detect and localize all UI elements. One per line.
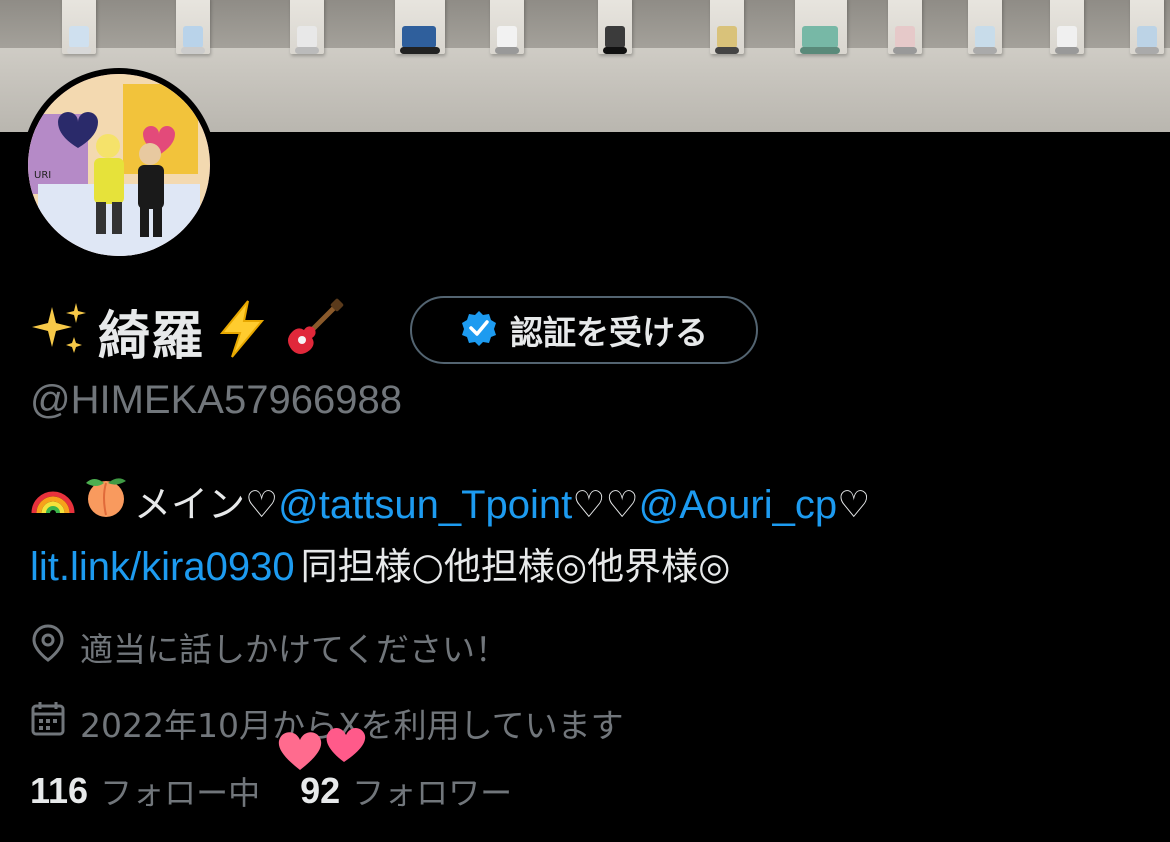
followers-count: 92 (300, 770, 341, 811)
bio-url-link[interactable]: lit.link/kira0930 (30, 536, 295, 598)
sparkles-icon (30, 299, 90, 363)
bio-text: ♡♡ (572, 483, 639, 526)
get-verified-button[interactable]: 認証を受ける (410, 296, 758, 364)
calendar-icon (30, 700, 66, 746)
mention-link-tattsun[interactable]: @tattsun_Tpoint (278, 474, 572, 536)
banner-standee (290, 0, 324, 54)
profile-handle: @HIMEKA57966988 (30, 378, 402, 422)
bio-line-2: lit.link/kira0930 同担様○他担様◎他界様◎ (30, 536, 1150, 598)
svg-text:URI: URI (34, 170, 51, 181)
profile-location: 適当に話しかけてください！ (30, 622, 508, 672)
get-verified-label: 認証を受ける (510, 313, 708, 352)
following-label: フォロー中 (100, 774, 261, 812)
guitar-icon (282, 298, 344, 364)
bio-text: メイン♡ (134, 483, 279, 526)
location-pin-icon (30, 623, 66, 671)
banner-standee (395, 0, 445, 54)
high-voltage-icon (214, 299, 270, 363)
banner-standee (176, 0, 210, 54)
following-count: 116 (30, 770, 89, 811)
peach-icon (82, 473, 130, 538)
banner-standee (1050, 0, 1084, 54)
display-name-row: 綺羅 (30, 296, 344, 367)
location-text: 適当に話しかけてください！ (80, 630, 509, 669)
bio-text: 同担様○他担様◎他界様◎ (300, 545, 731, 588)
rainbow-icon (30, 473, 76, 538)
bio-text: ♡ (837, 483, 871, 526)
followers-link[interactable]: 92 フォロワー (300, 768, 512, 814)
follow-stats: 116 フォロー中 92 フォロワー (30, 766, 512, 816)
avatar-image: URI (28, 74, 210, 256)
banner-standee (710, 0, 744, 54)
following-link[interactable]: 116 フォロー中 (30, 768, 260, 814)
display-name: 綺羅 (98, 306, 205, 367)
mention-link-aouri[interactable]: @Aouri_cp (639, 474, 837, 536)
banner-standee (1130, 0, 1164, 54)
banner-standee (795, 0, 847, 54)
profile-bio: メイン♡ @tattsun_Tpoint ♡♡ @Aouri_cp ♡ lit.… (30, 474, 1150, 598)
profile-avatar[interactable]: URI (22, 68, 216, 262)
banner-standee (490, 0, 524, 54)
banner-standee (598, 0, 632, 54)
banner-standee (62, 0, 96, 54)
banner-standee (888, 0, 922, 54)
banner-standee (968, 0, 1002, 54)
bio-line-1: メイン♡ @tattsun_Tpoint ♡♡ @Aouri_cp ♡ (30, 474, 1150, 536)
verified-badge-icon (460, 309, 498, 351)
followers-label: フォロワー (352, 774, 513, 812)
